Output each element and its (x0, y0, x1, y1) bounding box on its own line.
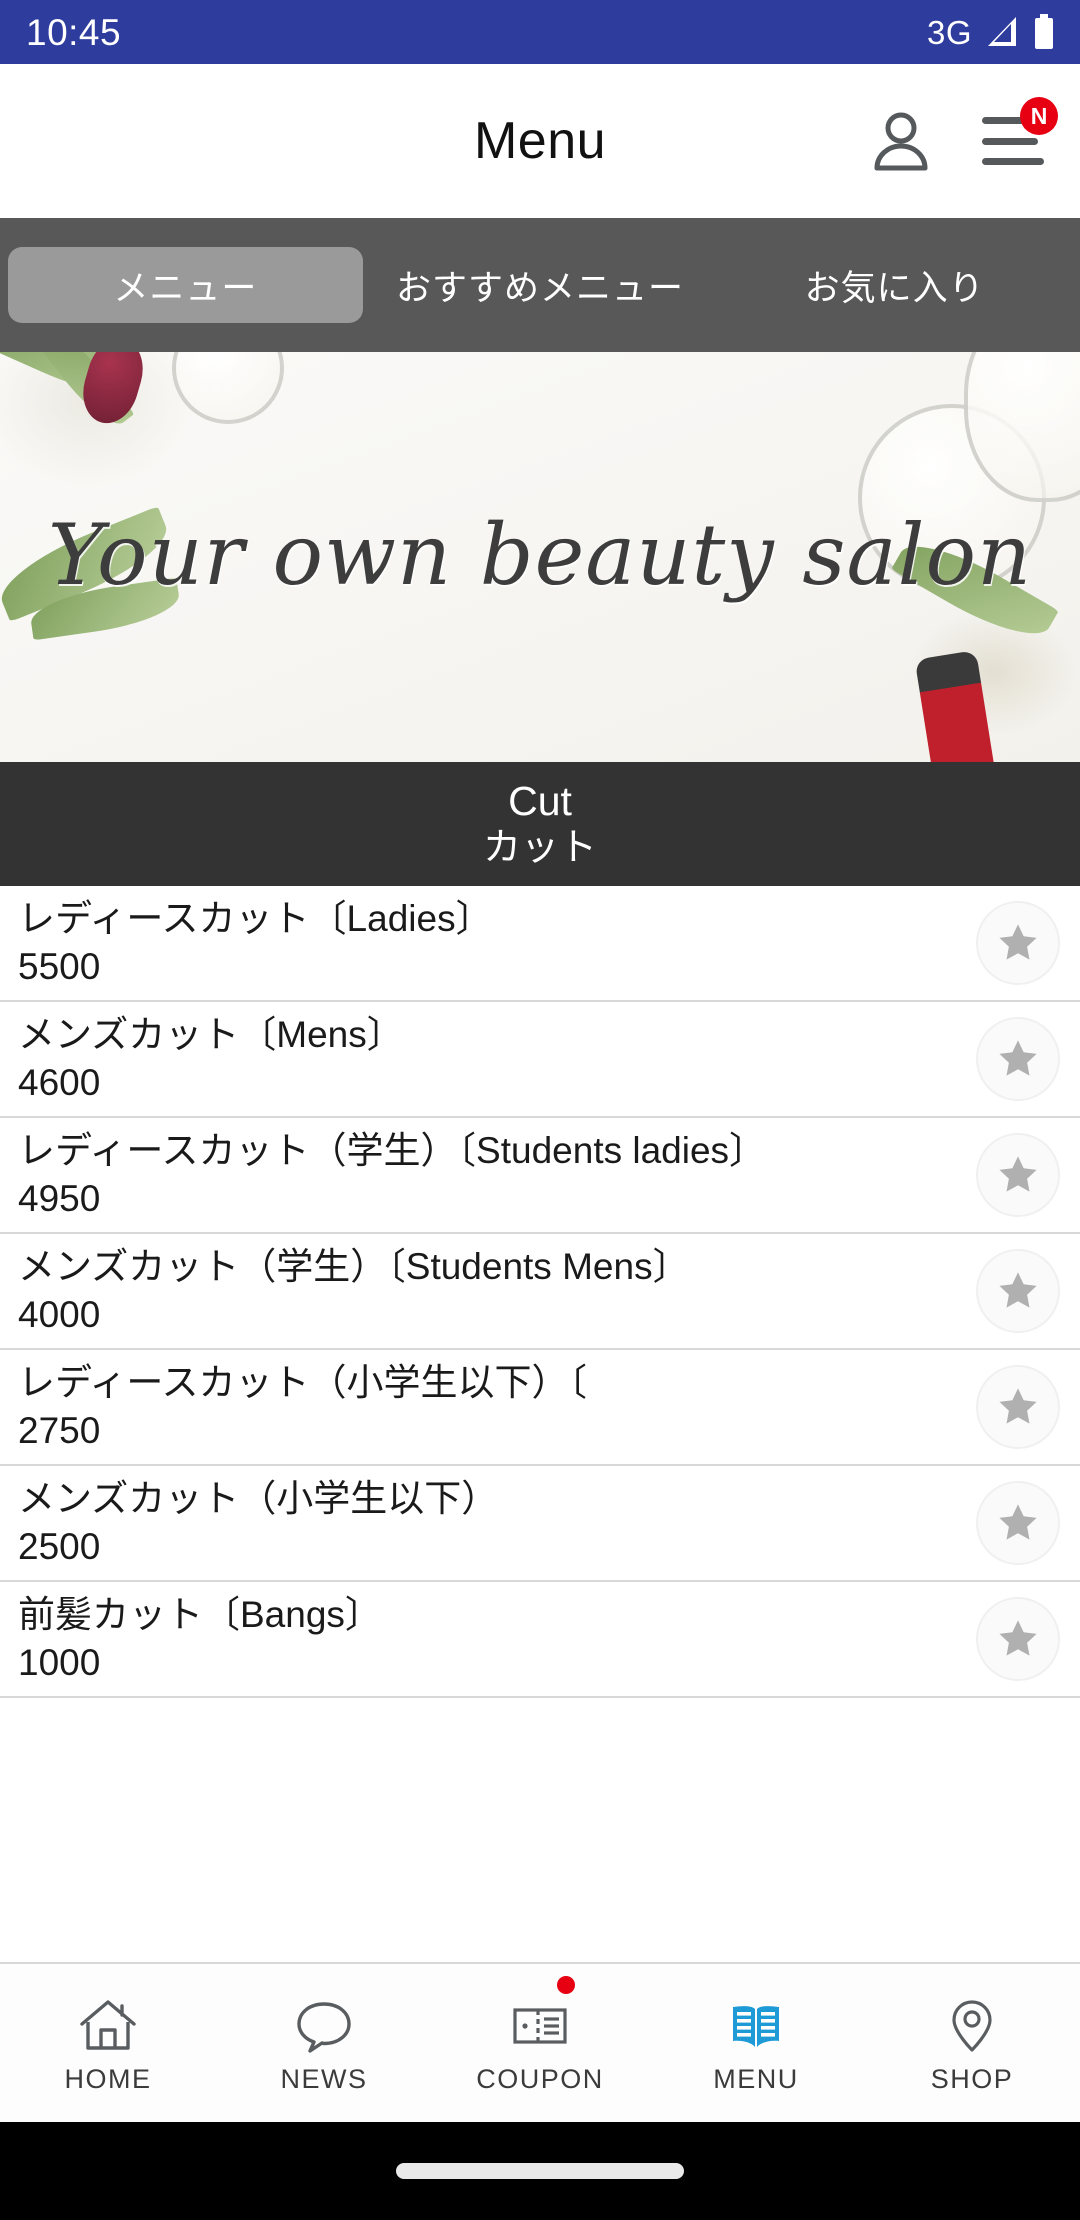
menu-item-texts: メンズカット〔Mens〕 4600 (18, 1013, 962, 1104)
menu-item-texts: メンズカット（学生）〔Students Mens〕 4000 (18, 1245, 962, 1336)
nav-item-news[interactable]: NEWS (216, 1964, 432, 2122)
nav-item-menu[interactable]: MENU (648, 1964, 864, 2122)
menu-item-name: レディースカット（学生）〔Students ladies〕 (18, 1130, 767, 1172)
status-bar-clock: 10:45 (26, 11, 122, 53)
coupon-ticket-icon (513, 2007, 567, 2044)
menu-item-name: レディースカット〔Ladies〕 (18, 898, 493, 940)
section-title-en: Cut (508, 777, 572, 824)
tab-menu[interactable]: メニュー (8, 247, 363, 323)
menu-item-name: 前髪カット〔Bangs〕 (18, 1594, 382, 1636)
nav-label-menu: MENU (713, 2063, 799, 2094)
menu-list-item[interactable]: メンズカット〔Mens〕 4600 (0, 1002, 1080, 1118)
star-icon (999, 1156, 1037, 1192)
nav-label-home: HOME (64, 2063, 152, 2094)
section-header-cut: Cut カット (0, 762, 1080, 886)
banner-headline: Your own beauty salon (47, 506, 1033, 605)
system-gesture-bar (0, 2122, 1080, 2220)
menu-item-name: レディースカット（小学生以下）〔 (18, 1362, 588, 1404)
menu-item-name: メンズカット〔Mens〕 (18, 1014, 404, 1056)
star-icon (999, 1504, 1037, 1540)
menu-item-texts: レディースカット（小学生以下）〔 2750 (18, 1361, 962, 1452)
battery-full-icon (1035, 14, 1053, 49)
person-icon (874, 112, 928, 171)
header-actions: N (866, 97, 1058, 176)
menu-list-item[interactable]: レディースカット（学生）〔Students ladies〕 4950 (0, 1118, 1080, 1234)
menu-item-price: 1000 (18, 1642, 101, 1683)
signal-triangle-icon (988, 17, 1016, 46)
menu-item-name: メンズカット（学生）〔Students Mens〕 (18, 1246, 690, 1288)
favorite-button[interactable] (976, 1249, 1060, 1333)
location-pin-icon (952, 1999, 992, 2052)
menu-item-list[interactable]: レディースカット〔Ladies〕 5500 メンズカット〔Mens〕 4600 (0, 886, 1080, 1962)
menu-item-price: 2750 (18, 1410, 101, 1451)
nav-item-coupon[interactable]: COUPON (432, 1964, 648, 2122)
home-gesture-handle[interactable] (396, 2163, 684, 2179)
favorite-button[interactable] (976, 901, 1060, 985)
home-icon (80, 1999, 136, 2050)
menu-item-price: 4000 (18, 1294, 101, 1335)
star-icon (999, 1040, 1037, 1076)
star-icon (999, 924, 1037, 960)
favorite-button[interactable] (976, 1017, 1060, 1101)
nav-label-shop: SHOP (930, 2063, 1014, 2094)
menu-item-texts: メンズカット（小学生以下） 2500 (18, 1477, 962, 1568)
tab-favorites[interactable]: お気に入り (717, 247, 1072, 323)
menu-list-item[interactable]: レディースカット〔Ladies〕 5500 (0, 886, 1080, 1002)
menu-item-name: メンズカット（小学生以下） (18, 1478, 499, 1520)
menu-item-price: 5500 (18, 946, 101, 987)
network-type-label: 3G (926, 13, 972, 51)
menu-item-texts: レディースカット（学生）〔Students ladies〕 4950 (18, 1129, 962, 1220)
favorite-button[interactable] (976, 1365, 1060, 1449)
open-book-icon (733, 2005, 779, 2047)
bottom-navigation-bar: HOME NEWS COUPON MENU SHOP (0, 1962, 1080, 2122)
menu-item-price: 4600 (18, 1062, 101, 1103)
account-button[interactable] (866, 106, 936, 176)
menu-item-texts: 前髪カット〔Bangs〕 1000 (18, 1593, 962, 1684)
menu-list-item[interactable]: メンズカット（学生）〔Students Mens〕 4000 (0, 1234, 1080, 1350)
coupon-notification-dot (557, 1976, 576, 1994)
menu-item-price: 2500 (18, 1526, 101, 1567)
menu-item-texts: レディースカット〔Ladies〕 5500 (18, 897, 962, 988)
star-icon (999, 1272, 1037, 1308)
nav-item-home[interactable]: HOME (0, 1964, 216, 2122)
nav-label-coupon: COUPON (476, 2063, 604, 2094)
notification-badge: N (1020, 97, 1058, 135)
hamburger-menu-button[interactable]: N (978, 97, 1058, 176)
menu-list-item[interactable]: 前髪カット〔Bangs〕 1000 (0, 1582, 1080, 1698)
section-title-jp: カット (482, 826, 597, 869)
star-icon (999, 1620, 1037, 1656)
menu-list-item[interactable]: メンズカット（小学生以下） 2500 (0, 1466, 1080, 1582)
menu-tab-strip: メニュー おすすめメニュー お気に入り (0, 218, 1080, 352)
chat-bubble-icon (297, 2001, 351, 2053)
nav-label-news: NEWS (280, 2063, 368, 2094)
app-header: Menu N (0, 64, 1080, 218)
status-bar: 10:45 3G (0, 0, 1080, 64)
salon-banner-image: Your own beauty salon (0, 352, 1080, 762)
favorite-button[interactable] (976, 1481, 1060, 1565)
tab-recommended-menu[interactable]: おすすめメニュー (363, 247, 718, 323)
nav-item-shop[interactable]: SHOP (864, 1964, 1080, 2122)
star-icon (999, 1388, 1037, 1424)
status-bar-indicators: 3G (927, 14, 1054, 50)
menu-item-price: 4950 (18, 1178, 101, 1219)
favorite-button[interactable] (976, 1597, 1060, 1681)
menu-list-item[interactable]: レディースカット（小学生以下）〔 2750 (0, 1350, 1080, 1466)
app-screen: 10:45 3G Menu N メニュー おすすめメニュー お気に入り Your… (0, 0, 1080, 2220)
favorite-button[interactable] (976, 1133, 1060, 1217)
